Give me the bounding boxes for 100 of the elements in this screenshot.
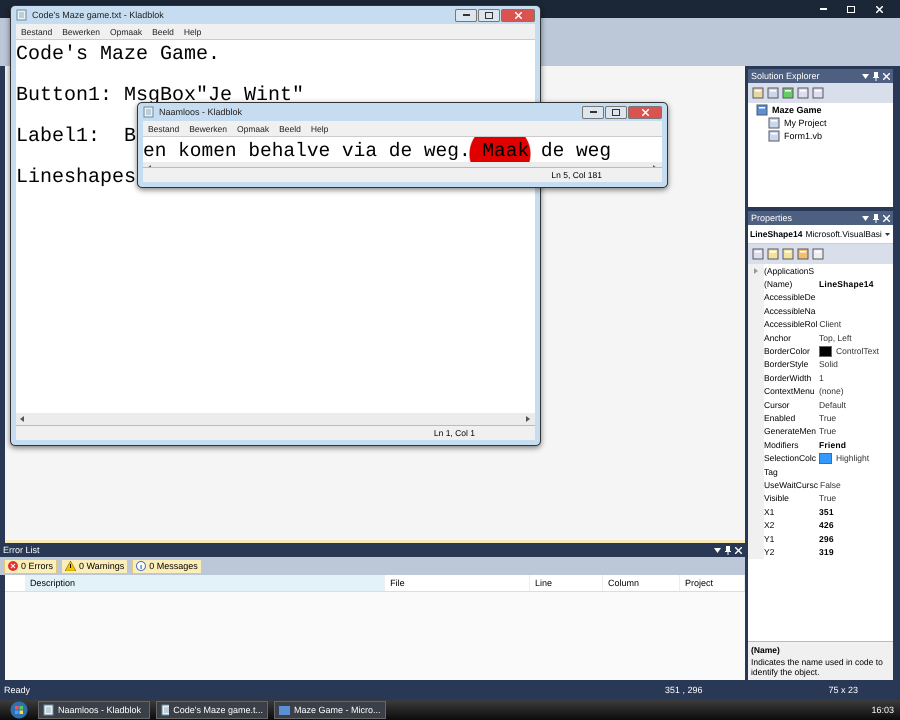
property-name: AccessibleDe [764,292,816,302]
property-value[interactable]: Client [819,319,842,330]
taskbar-button[interactable]: Naamloos - Kladblok [38,701,150,719]
file-icon [768,130,780,142]
menu-item[interactable]: Beeld [152,26,174,36]
minimize-button[interactable] [455,8,477,22]
toolbar-icon [812,87,824,99]
text-area[interactable]: en komen behalve via de weg. Maak de weg [143,137,662,167]
tree-item[interactable]: Maze Game [748,103,893,116]
property-value[interactable]: 296 [819,534,834,544]
maximize-button[interactable] [605,106,627,118]
maximize-icon [612,108,620,116]
menu-item[interactable]: Opmaak [110,26,142,36]
property-value[interactable]: Top, Left [819,332,852,343]
project-icon [756,104,768,116]
column-header[interactable]: Description [24,575,386,591]
pin-icon[interactable] [873,214,879,222]
panel-title: Solution Explorer [751,71,820,81]
tree-item[interactable]: Form1.vb [748,129,893,142]
dropdown-icon[interactable] [714,548,721,552]
toolbar-icon [767,87,779,99]
property-name: Y2 [764,546,776,557]
menu-item[interactable]: Help [310,124,328,134]
notepad-icon [43,704,54,716]
property-name: X2 [764,520,776,530]
property-name: Enabled [764,412,796,423]
toolbar-icon [797,87,809,99]
scroll-right-icon[interactable] [525,416,531,422]
toolbar-icon [812,248,824,260]
close-icon[interactable] [735,546,742,554]
property-name: AccessibleNa [764,306,816,316]
notepad-icon [16,9,27,21]
property-value[interactable]: 426 [819,520,834,530]
menu-item[interactable]: Bestand [21,26,52,36]
property-value[interactable]: 351 [819,506,834,517]
property-value[interactable]: True [819,412,836,423]
property-name: ContextMenu [764,386,816,396]
menu-item[interactable]: Beeld [279,124,301,134]
property-name: Y1 [764,534,776,544]
property-value[interactable]: ControlText [836,346,879,356]
scroll-left-icon[interactable] [20,416,26,422]
position-text: 351 , 296 [664,685,702,695]
property-value[interactable]: Default [819,400,846,410]
clock: 16:03 [871,705,894,715]
property-value[interactable]: 319 [819,546,834,557]
filter-button[interactable]: 0 Warnings [61,558,128,574]
window-title: Naamloos - Kladblok [159,107,242,117]
property-name: UseWaitCursc [764,480,819,490]
property-name: AccessibleRol [764,319,818,330]
pin-icon[interactable] [725,546,731,554]
panel-title: Properties [751,213,792,223]
close-icon [876,6,882,12]
property-value[interactable]: True [819,426,836,436]
property-value[interactable]: 1 [819,372,824,383]
property-name: Tag [764,466,779,477]
status-text: Ready [4,685,30,695]
close-icon [514,12,522,18]
minimize-icon [462,14,470,16]
menu-item[interactable]: Opmaak [237,124,270,134]
menu-item[interactable]: Bestand [148,124,180,134]
property-name: GenerateMen [764,426,817,436]
file-icon [768,116,780,128]
menu-item[interactable]: Bewerken [189,124,228,134]
size-text: 75 x 23 [828,685,858,695]
tree-item[interactable]: My Project [748,116,893,129]
property-value[interactable]: False [820,480,841,490]
property-value[interactable]: LineShape14 [819,279,874,290]
maximize-button[interactable] [478,8,500,22]
dropdown-icon[interactable] [862,74,869,78]
close-icon[interactable] [883,214,890,222]
property-value[interactable]: True [819,493,836,504]
filter-button[interactable]: 0 Messages [132,558,202,574]
menu-item[interactable]: Help [184,26,202,36]
property-value[interactable]: (none) [819,386,844,396]
taskbar-button[interactable]: Code's Maze game.t... [156,701,268,719]
property-value[interactable]: Solid [819,359,838,370]
menu-item[interactable]: Bewerken [62,26,100,36]
text-line: Button1: MsgBox"Je Wint" [16,85,304,107]
property-name: Cursor [764,400,791,410]
status-text: Ln 1, Col 1 [434,428,475,438]
property-name: Anchor [764,332,792,343]
property-name: Visible [764,493,790,504]
property-name: (Name) [764,279,794,290]
description-text: Indicates the name used in code to identify the object. [751,657,884,677]
text-line: Code's Maze Game. [16,44,220,66]
property-name: BorderStyle [764,359,810,370]
taskbar-button[interactable]: Maze Game - Micro... [274,701,386,719]
maximize-icon [847,6,855,12]
warning-icon [65,561,76,571]
filter-button[interactable]: 0 Errors [4,558,58,574]
dropdown-icon[interactable] [862,216,869,220]
minimize-button[interactable] [582,106,604,118]
property-value[interactable]: Friend [819,440,846,450]
close-icon[interactable] [883,72,890,80]
dropdown-icon[interactable] [884,232,890,236]
property-value[interactable]: Highlight [836,453,870,464]
pin-icon[interactable] [873,72,879,80]
minimize-icon [590,111,596,113]
panel-title: Error List [3,545,40,555]
property-name: BorderWidth [764,372,812,383]
